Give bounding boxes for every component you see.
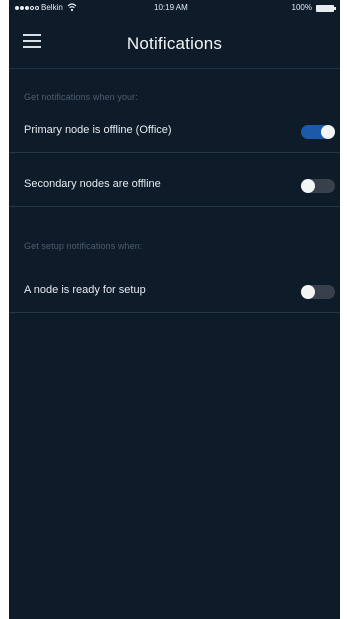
status-time: 10:19 AM [154, 3, 188, 12]
setting-row-primary-offline: Primary node is offline (Office) [9, 112, 340, 153]
page-title: Notifications [126, 34, 223, 53]
signal-icon [15, 6, 39, 10]
primary-offline-toggle[interactable] [301, 125, 335, 139]
nav-header: Notifications [9, 20, 340, 69]
section-header-notifications: Get notifications when your: [24, 92, 138, 102]
toggle-knob [301, 285, 315, 299]
section-header-setup: Get setup notifications when: [24, 241, 143, 251]
phone-screen: Belkin 10:19 AM 100% Notifications Get n… [9, 0, 340, 619]
battery-percent: 100% [291, 3, 312, 12]
battery-icon [316, 5, 336, 12]
carrier-name: Belkin [41, 3, 63, 12]
setting-label: Secondary nodes are offline [24, 178, 161, 190]
setting-label: Primary node is offline (Office) [24, 124, 172, 136]
setting-row-node-ready: A node is ready for setup [9, 272, 340, 313]
node-ready-toggle[interactable] [301, 285, 335, 299]
wifi-icon [67, 3, 77, 12]
setting-row-secondary-offline: Secondary nodes are offline [9, 166, 340, 207]
secondary-offline-toggle[interactable] [301, 179, 335, 193]
setting-label: A node is ready for setup [24, 284, 146, 296]
status-bar: Belkin 10:19 AM 100% [9, 0, 340, 20]
toggle-knob [321, 125, 335, 139]
toggle-knob [301, 179, 315, 193]
